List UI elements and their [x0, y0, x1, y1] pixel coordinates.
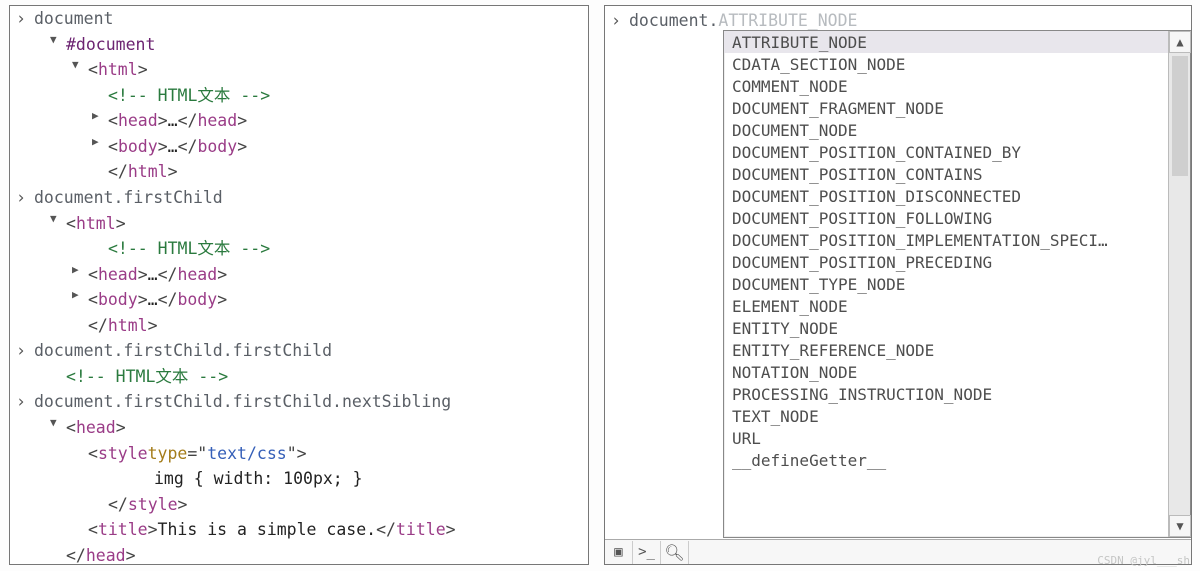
autocomplete-item[interactable]: DOCUMENT_POSITION_CONTAINED_BY: [724, 141, 1190, 163]
devtools-console-left: ›document#document<html><!-- HTML文本 --><…: [9, 5, 589, 565]
autocomplete-item[interactable]: __defineGetter__: [724, 449, 1190, 471]
dom-tree-line[interactable]: </style>: [10, 492, 588, 518]
autocomplete-item[interactable]: DOCUMENT_POSITION_DISCONNECTED: [724, 185, 1190, 207]
autocomplete-item[interactable]: CDATA_SECTION_NODE: [724, 53, 1190, 75]
scroll-up-icon[interactable]: ▲: [1169, 31, 1191, 53]
dom-tree-line[interactable]: #document: [10, 32, 588, 58]
autocomplete-item[interactable]: DOCUMENT_FRAGMENT_NODE: [724, 97, 1190, 119]
autocomplete-item[interactable]: DOCUMENT_POSITION_CONTAINS: [724, 163, 1190, 185]
dom-tree-line[interactable]: <style type="text/css">: [10, 441, 588, 467]
console-icon[interactable]: >_: [633, 541, 661, 564]
autocomplete-item[interactable]: DOCUMENT_NODE: [724, 119, 1190, 141]
chevron-down-icon[interactable]: [50, 414, 66, 431]
scrollbar[interactable]: ▲ ▼: [1168, 31, 1190, 537]
autocomplete-item[interactable]: ATTRIBUTE_NODE: [724, 31, 1190, 53]
prompt-caret-icon: ›: [611, 11, 629, 30]
prompt-caret-icon: ›: [16, 185, 34, 211]
dom-tree-line[interactable]: </html>: [10, 313, 588, 339]
scroll-down-icon[interactable]: ▼: [1169, 515, 1191, 537]
watermark: CSDN @jyl___sh: [1097, 554, 1190, 567]
autocomplete-item[interactable]: DOCUMENT_POSITION_IMPLEMENTATION_SPECI…: [724, 229, 1190, 251]
autocomplete-item[interactable]: DOCUMENT_POSITION_FOLLOWING: [724, 207, 1190, 229]
autocomplete-item[interactable]: DOCUMENT_TYPE_NODE: [724, 273, 1190, 295]
search-icon[interactable]: 🔍︎: [661, 541, 689, 564]
devtools-console-right: › document.ATTRIBUTE_NODE ATTRIBUTE_NODE…: [604, 5, 1192, 565]
chevron-right-icon[interactable]: [72, 261, 88, 278]
autocomplete-item[interactable]: ENTITY_NODE: [724, 317, 1190, 339]
console-command[interactable]: document.firstChild.firstChild.nextSibli…: [34, 389, 451, 415]
dom-tree-line[interactable]: <head>…</head>: [10, 262, 588, 288]
dom-tree-line[interactable]: <!-- HTML文本 -->: [10, 83, 588, 109]
dom-tree-line[interactable]: <body>…</body>: [10, 134, 588, 160]
dom-tree-line[interactable]: <head>…</head>: [10, 108, 588, 134]
autocomplete-item[interactable]: COMMENT_NODE: [724, 75, 1190, 97]
dom-tree-line[interactable]: </html>: [10, 159, 588, 185]
autocomplete-item[interactable]: NOTATION_NODE: [724, 361, 1190, 383]
dom-tree-line[interactable]: <!-- HTML文本 -->: [10, 236, 588, 262]
console-entry: ›document.firstChild: [10, 185, 588, 211]
autocomplete-item[interactable]: TEXT_NODE: [724, 405, 1190, 427]
autocomplete-popup[interactable]: ATTRIBUTE_NODECDATA_SECTION_NODECOMMENT_…: [723, 30, 1191, 538]
chevron-down-icon[interactable]: [50, 31, 66, 48]
square-icon[interactable]: ▣: [605, 541, 633, 564]
autocomplete-item[interactable]: URL: [724, 427, 1190, 449]
console-input[interactable]: document.: [629, 11, 718, 30]
autocomplete-item[interactable]: PROCESSING_INSTRUCTION_NODE: [724, 383, 1190, 405]
chevron-right-icon[interactable]: [92, 107, 108, 124]
chevron-down-icon[interactable]: [50, 210, 66, 227]
dom-tree-line[interactable]: img { width: 100px; }: [10, 466, 588, 492]
dom-tree-line[interactable]: </head>: [10, 543, 588, 569]
console-entry: ›document.firstChild.firstChild.nextSibl…: [10, 389, 588, 415]
autocomplete-item[interactable]: DOCUMENT_POSITION_PRECEDING: [724, 251, 1190, 273]
dom-tree-line[interactable]: <body>…</body>: [10, 287, 588, 313]
dom-tree-line[interactable]: <title>This is a simple case.</title>: [10, 517, 588, 543]
dom-tree-line[interactable]: <head>: [10, 415, 588, 441]
chevron-right-icon[interactable]: [92, 133, 108, 150]
console-entry: ›document.firstChild.firstChild: [10, 338, 588, 364]
dom-tree-line[interactable]: <html>: [10, 211, 588, 237]
dom-tree-line[interactable]: <!-- HTML文本 -->: [10, 364, 588, 390]
chevron-right-icon[interactable]: [72, 286, 88, 303]
console-entry: ›document: [10, 6, 588, 32]
chevron-down-icon[interactable]: [72, 56, 88, 73]
autocomplete-item[interactable]: ELEMENT_NODE: [724, 295, 1190, 317]
prompt-caret-icon: ›: [16, 389, 34, 415]
ghost-completion: ATTRIBUTE_NODE: [718, 11, 857, 30]
console-command[interactable]: document.firstChild.firstChild: [34, 338, 332, 364]
prompt-caret-icon: ›: [16, 338, 34, 364]
console-command[interactable]: document: [34, 6, 113, 32]
prompt-caret-icon: ›: [16, 6, 34, 32]
scroll-thumb[interactable]: [1172, 56, 1188, 176]
console-command[interactable]: document.firstChild: [34, 185, 223, 211]
dom-tree-line[interactable]: <html>: [10, 57, 588, 83]
autocomplete-item[interactable]: ENTITY_REFERENCE_NODE: [724, 339, 1190, 361]
